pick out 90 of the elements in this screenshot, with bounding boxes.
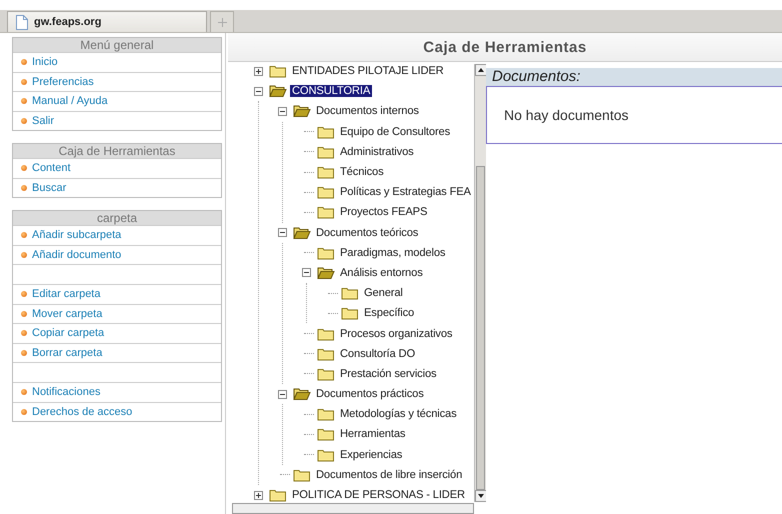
tree-item[interactable]: Metodologías y técnicas (338, 408, 459, 420)
folder-icon (269, 64, 287, 78)
bullet-icon (21, 59, 27, 66)
tree-item[interactable]: Consultoría DO (338, 348, 417, 360)
horizontal-scrollbar[interactable] (232, 503, 474, 514)
menu-title: carpeta (13, 211, 221, 225)
folder-icon (317, 427, 335, 442)
tree-item[interactable]: Equipo de Consultores (338, 126, 452, 138)
tree-item[interactable]: POLITICA DE PERSONAS - LIDER (290, 489, 467, 502)
page-icon (16, 14, 28, 30)
folder-icon (317, 144, 335, 159)
bullet-icon (21, 389, 27, 396)
folder-icon (293, 468, 311, 482)
tree-item[interactable]: Técnicos (338, 166, 386, 178)
collapse-toggle[interactable] (254, 86, 266, 96)
menu-title: Menú general (13, 38, 221, 52)
folder-icon (317, 407, 335, 422)
tree-item[interactable]: Paradigmas, modelos (338, 246, 448, 259)
folder-icon (341, 286, 359, 300)
bullet-icon (21, 330, 27, 336)
expand-toggle[interactable] (254, 66, 266, 76)
tree-item[interactable]: Documentos de libre inserción (314, 468, 464, 481)
open-folder-icon (317, 266, 335, 280)
bullet-icon (21, 252, 27, 258)
menu-link[interactable]: Mover carpeta (13, 304, 221, 323)
menu-link[interactable]: Borrar carpeta (13, 342, 221, 362)
open-folder-icon (293, 387, 311, 402)
open-folder-icon (269, 84, 287, 98)
collapse-toggle[interactable] (302, 268, 314, 278)
tree-item[interactable]: CONSULTORIA (290, 85, 372, 98)
bullet-icon (21, 291, 27, 298)
menu-link[interactable]: Inicio (13, 52, 221, 72)
menu-link[interactable]: Notificaciones (13, 382, 221, 402)
tree-item[interactable]: Específico (362, 307, 416, 320)
expand-toggle[interactable] (254, 490, 266, 500)
folder-icon (317, 205, 335, 220)
tree-item[interactable]: Análisis entornos (338, 266, 425, 279)
folder-icon (317, 246, 335, 260)
tree-item[interactable]: Prestación servicios (338, 368, 438, 380)
folder-icon (317, 326, 335, 341)
collapse-toggle[interactable] (278, 390, 290, 399)
tree-item[interactable]: Políticas y Estrategias FEA (338, 186, 473, 198)
page-title: Caja de Herramientas (228, 33, 782, 62)
bullet-icon (21, 408, 27, 415)
tree-item[interactable]: Herramientas (338, 428, 408, 440)
menu-link[interactable]: Preferencias (13, 72, 221, 91)
tree-item[interactable]: ENTIDADES PILOTAJE LIDER (290, 65, 446, 78)
tree-item[interactable]: General (362, 287, 405, 300)
tree-item[interactable]: Documentos teóricos (314, 226, 420, 239)
menu-link[interactable]: Añadir subcarpeta (13, 225, 221, 244)
tree-item[interactable]: Procesos organizativos (338, 328, 454, 340)
tree-item[interactable]: Experiencias (338, 448, 404, 461)
menu-link[interactable]: Editar carpeta (13, 284, 221, 304)
tree-item[interactable]: Documentos prácticos (314, 388, 426, 400)
open-folder-icon (293, 226, 311, 240)
folder-icon (317, 366, 335, 381)
browser-tab[interactable]: gw.feaps.org (7, 11, 207, 32)
scroll-down-icon[interactable] (475, 490, 486, 502)
tree-item[interactable]: Administrativos (338, 146, 416, 158)
collapse-toggle[interactable] (278, 228, 290, 238)
section-header: Documentos: (486, 68, 782, 86)
vertical-scrollbar[interactable] (474, 64, 486, 502)
empty-message: No hay documentos (504, 107, 629, 123)
bullet-icon (21, 184, 27, 191)
menu-link[interactable]: Derechos de acceso (13, 402, 221, 421)
bullet-icon (21, 78, 27, 85)
folder-icon (317, 346, 335, 361)
tree-item[interactable]: Proyectos FEAPS (338, 206, 430, 218)
folder-icon (317, 185, 335, 200)
bullet-icon (21, 98, 27, 104)
folder-icon (341, 306, 359, 320)
menu-link[interactable]: Salir (13, 110, 221, 130)
folder-icon (317, 165, 335, 180)
collapse-toggle[interactable] (278, 106, 290, 116)
folder-icon (317, 124, 335, 139)
menu-link[interactable]: Copiar carpeta (13, 323, 221, 342)
folder-icon (317, 448, 335, 462)
bullet-icon (21, 350, 27, 356)
menu-link[interactable]: Content (13, 158, 221, 178)
tree-item[interactable]: Documentos internos (314, 105, 421, 118)
open-folder-icon (293, 104, 311, 118)
bullet-icon (21, 310, 27, 317)
bullet-icon (21, 232, 27, 238)
menu-title: Caja de Herramientas (13, 144, 221, 158)
menu-link[interactable]: Buscar (13, 178, 221, 197)
bullet-icon (21, 118, 27, 124)
menu-link[interactable]: Añadir documento (13, 244, 221, 264)
scroll-up-icon[interactable] (475, 64, 486, 76)
menu-link[interactable]: Manual / Ayuda (13, 91, 221, 110)
bullet-icon (21, 165, 27, 172)
